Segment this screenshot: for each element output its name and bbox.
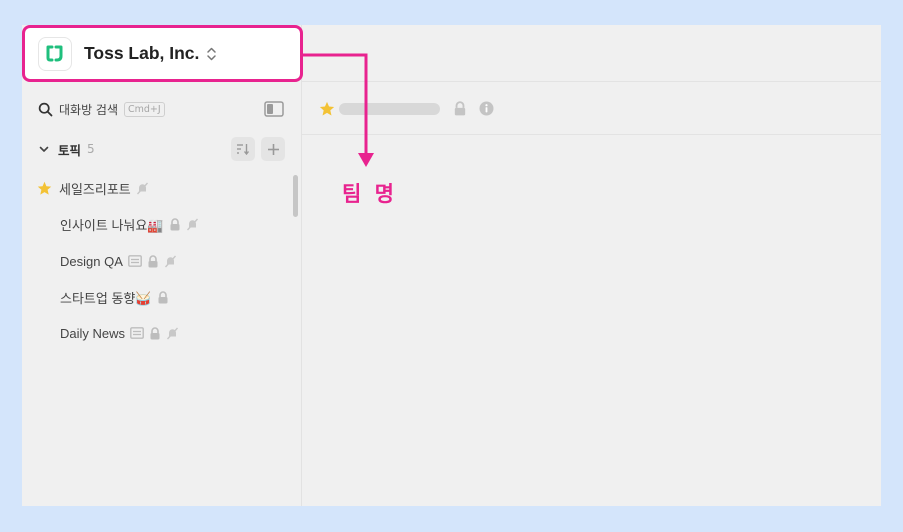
callout-label: 팀 명 <box>342 182 397 206</box>
callout-arrow <box>303 53 374 167</box>
